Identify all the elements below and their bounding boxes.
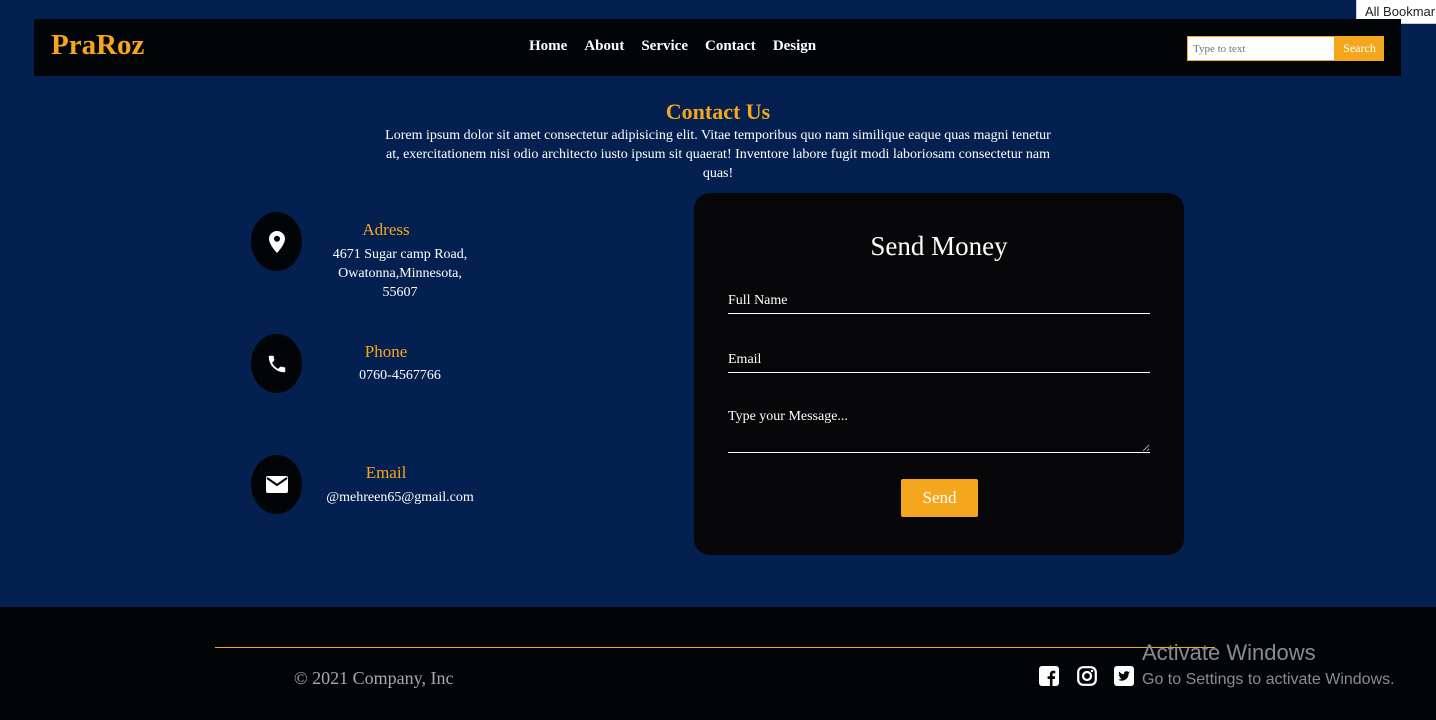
email-label: Email bbox=[365, 463, 407, 482]
address-value: 4671 Sugar camp Road, Owatonna,Minnesota… bbox=[300, 245, 500, 302]
full-name-field[interactable] bbox=[728, 289, 1150, 314]
copyright-text: © 2021 Company, Inc bbox=[294, 668, 454, 688]
email-value[interactable]: @mehreen65@gmail.com bbox=[300, 488, 500, 507]
envelope-icon bbox=[251, 455, 302, 514]
nav-link-service[interactable]: Service bbox=[641, 38, 688, 55]
address-line-1: 4671 Sugar camp Road, bbox=[332, 247, 468, 262]
send-money-card: Send Money Send bbox=[694, 193, 1184, 555]
phone-icon bbox=[251, 334, 302, 393]
twitter-icon[interactable] bbox=[1113, 665, 1135, 687]
nav-link-home[interactable]: Home bbox=[529, 38, 567, 55]
map-marker-icon bbox=[251, 212, 302, 271]
address-line-3: 55607 bbox=[382, 285, 418, 300]
nav-link-design[interactable]: Design bbox=[773, 38, 816, 55]
page-title: Contact Us bbox=[665, 99, 771, 124]
send-button[interactable]: Send bbox=[901, 479, 978, 517]
address-line-2: Owatonna,Minnesota, bbox=[338, 266, 462, 281]
email-field[interactable] bbox=[728, 348, 1150, 373]
search-input[interactable] bbox=[1187, 36, 1335, 61]
brand-logo[interactable]: PraRoz bbox=[51, 29, 144, 62]
instagram-icon[interactable] bbox=[1076, 665, 1098, 687]
contact-description: Lorem ipsum dolor sit amet consectetur a… bbox=[385, 128, 1051, 181]
search-button[interactable]: Search bbox=[1335, 36, 1384, 61]
message-field[interactable] bbox=[728, 409, 1150, 453]
activate-windows-subtitle: Go to Settings to activate Windows. bbox=[1142, 671, 1395, 688]
nav-links: Home About Service Contact Design bbox=[529, 38, 816, 55]
phone-value: 0760-4567766 bbox=[359, 368, 441, 383]
nav-link-contact[interactable]: Contact bbox=[705, 38, 756, 55]
footer-divider bbox=[215, 647, 1215, 648]
phone-label: Phone bbox=[364, 342, 408, 361]
form-title: Send Money bbox=[870, 231, 1008, 261]
activate-windows-title: Activate Windows bbox=[1142, 640, 1316, 665]
nav-link-about[interactable]: About bbox=[584, 38, 624, 55]
address-label: Adress bbox=[362, 220, 410, 239]
navbar: PraRoz Home About Service Contact Design… bbox=[34, 19, 1401, 76]
facebook-icon[interactable] bbox=[1038, 665, 1060, 687]
